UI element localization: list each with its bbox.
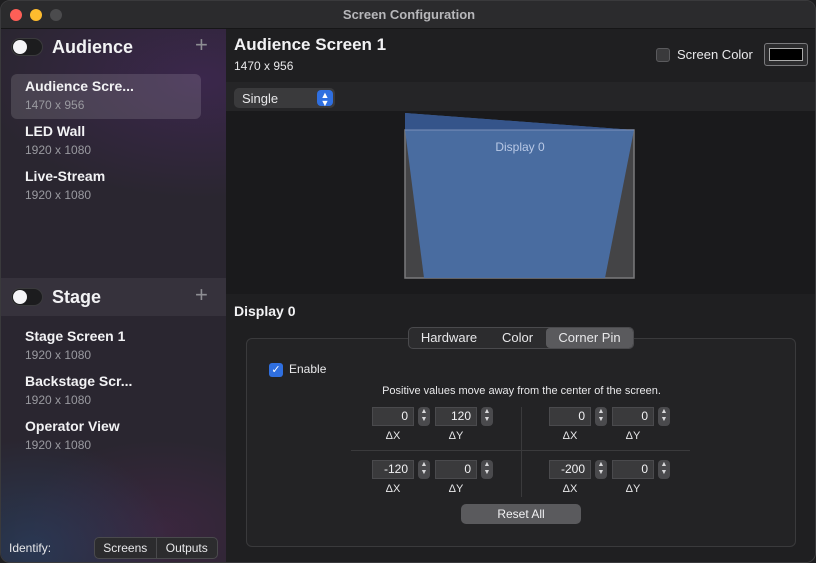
- bottom-right-dy-field[interactable]: 0: [612, 460, 654, 479]
- bottom-left-dy-stepper[interactable]: ▲ ▼: [481, 460, 493, 479]
- display-heading: Display 0: [234, 303, 296, 319]
- screen-preview: Display 0: [226, 111, 815, 294]
- dx-label: ΔX: [385, 483, 401, 495]
- sidebar-item-operator-view[interactable]: Operator View 1920 x 1080: [11, 414, 201, 459]
- sidebar-item-label: Live-Stream: [25, 168, 106, 184]
- toggle-knob: [13, 40, 27, 54]
- sidebar: Audience + Audience Scre... 1470 x 956 L…: [1, 29, 226, 562]
- audience-section-title: Audience: [52, 37, 134, 57]
- title-bar: Screen Configuration: [1, 1, 815, 29]
- display-0-warped-quad[interactable]: [405, 113, 634, 278]
- enable-checkbox[interactable]: ✓: [269, 363, 283, 377]
- top-left-dy-stepper[interactable]: ▲ ▼: [481, 407, 493, 426]
- display-mode-value: Single: [242, 91, 279, 106]
- corner-pin-hint: Positive values move away from the cente…: [382, 385, 661, 397]
- dx-label: ΔX: [562, 483, 578, 495]
- bottom-left-dx-field[interactable]: -120: [372, 460, 414, 479]
- top-right-dx-stepper[interactable]: ▲ ▼: [595, 407, 607, 426]
- screen-color-swatch: [769, 48, 803, 61]
- screen-resolution: 1470 x 956: [234, 59, 294, 73]
- bottom-right-dy-stepper[interactable]: ▲ ▼: [658, 460, 670, 479]
- vertical-divider: [521, 407, 522, 497]
- screen-color-checkbox[interactable]: [656, 48, 670, 62]
- sidebar-item-led-wall[interactable]: LED Wall 1920 x 1080: [11, 119, 201, 164]
- sidebar-item-backstage-screen[interactable]: Backstage Scr... 1920 x 1080: [11, 369, 201, 414]
- identify-outputs-button[interactable]: Outputs: [155, 538, 218, 558]
- add-stage-screen-button[interactable]: +: [195, 283, 208, 307]
- page-title: Audience Screen 1: [234, 35, 387, 54]
- sidebar-item-resolution: 1920 x 1080: [25, 348, 92, 362]
- main-panel: Audience Screen 1 1470 x 956 Screen Colo…: [226, 29, 815, 562]
- dx-label: ΔX: [562, 430, 578, 442]
- chevron-updown-icon: ▲ ▼: [317, 90, 333, 108]
- identify-segmented-control: Screens Outputs: [94, 537, 218, 559]
- dy-label: ΔY: [448, 430, 464, 442]
- sidebar-item-label: Audience Scre...: [25, 78, 134, 94]
- sidebar-item-resolution: 1920 x 1080: [25, 393, 92, 407]
- bottom-right-dx-field[interactable]: -200: [549, 460, 591, 479]
- add-audience-screen-button[interactable]: +: [195, 33, 208, 57]
- sidebar-item-audience-screen-1[interactable]: Audience Scre... 1470 x 956: [11, 74, 201, 119]
- horizontal-divider: [351, 450, 690, 451]
- screen-configuration-window: Screen Configuration Audience + Audience…: [0, 0, 816, 563]
- stage-section: Stage + Stage Screen 1 1920 x 1080 Backs…: [1, 281, 226, 452]
- top-left-dy-field[interactable]: 120: [435, 407, 477, 426]
- reset-all-button[interactable]: Reset All: [461, 504, 581, 524]
- screen-color-well[interactable]: [764, 43, 808, 66]
- top-left-dx-stepper[interactable]: ▲ ▼: [418, 407, 430, 426]
- tab-color[interactable]: Color: [489, 328, 546, 348]
- display-0-label: Display 0: [495, 140, 545, 154]
- sidebar-item-label: Stage Screen 1: [25, 328, 126, 344]
- tab-hardware[interactable]: Hardware: [409, 328, 489, 348]
- enable-label: Enable: [289, 362, 327, 376]
- screen-preview-canvas: Display 0: [404, 113, 635, 279]
- sidebar-item-stage-screen-1[interactable]: Stage Screen 1 1920 x 1080: [11, 324, 201, 369]
- display-tabs: Hardware Color Corner Pin: [408, 327, 634, 349]
- sidebar-item-resolution: 1920 x 1080: [25, 143, 92, 157]
- top-right-dy-field[interactable]: 0: [612, 407, 654, 426]
- dy-label: ΔY: [625, 483, 641, 495]
- top-right-dx-field[interactable]: 0: [549, 407, 591, 426]
- bottom-left-dx-stepper[interactable]: ▲ ▼: [418, 460, 430, 479]
- audience-section: Audience + Audience Scre... 1470 x 956 L…: [1, 31, 226, 202]
- identify-bar: Identify: Screens Outputs: [1, 532, 226, 562]
- sidebar-item-live-stream[interactable]: Live-Stream 1920 x 1080: [11, 164, 201, 209]
- identify-screens-button[interactable]: Screens: [95, 538, 156, 558]
- toggle-knob: [13, 290, 27, 304]
- top-right-dy-stepper[interactable]: ▲ ▼: [658, 407, 670, 426]
- sidebar-item-label: Backstage Scr...: [25, 373, 133, 389]
- identify-label: Identify:: [9, 541, 52, 555]
- dx-label: ΔX: [385, 430, 401, 442]
- bottom-left-dy-field[interactable]: 0: [435, 460, 477, 479]
- sidebar-item-resolution: 1920 x 1080: [25, 438, 92, 452]
- top-left-dx-field[interactable]: 0: [372, 407, 414, 426]
- screen-color-label: Screen Color: [677, 47, 753, 62]
- stage-section-header: Stage +: [1, 281, 226, 315]
- stage-section-title: Stage: [52, 287, 102, 307]
- tab-corner-pin[interactable]: Corner Pin: [546, 328, 633, 348]
- bottom-right-dx-stepper[interactable]: ▲ ▼: [595, 460, 607, 479]
- sidebar-item-label: Operator View: [25, 418, 120, 434]
- display-0-overflow: [405, 113, 634, 130]
- preview-toolbar: Single ▲ ▼: [226, 82, 815, 111]
- dy-label: ΔY: [448, 483, 464, 495]
- audience-section-header: Audience +: [1, 31, 226, 65]
- window-title: Screen Configuration: [342, 7, 476, 22]
- dy-label: ΔY: [625, 430, 641, 442]
- sidebar-item-resolution: 1920 x 1080: [25, 188, 92, 202]
- sidebar-item-resolution: 1470 x 956: [25, 98, 85, 112]
- sidebar-item-label: LED Wall: [25, 123, 86, 139]
- stage-enable-toggle[interactable]: [11, 288, 43, 306]
- audience-enable-toggle[interactable]: [11, 38, 43, 56]
- display-mode-select[interactable]: Single ▲ ▼: [234, 88, 335, 108]
